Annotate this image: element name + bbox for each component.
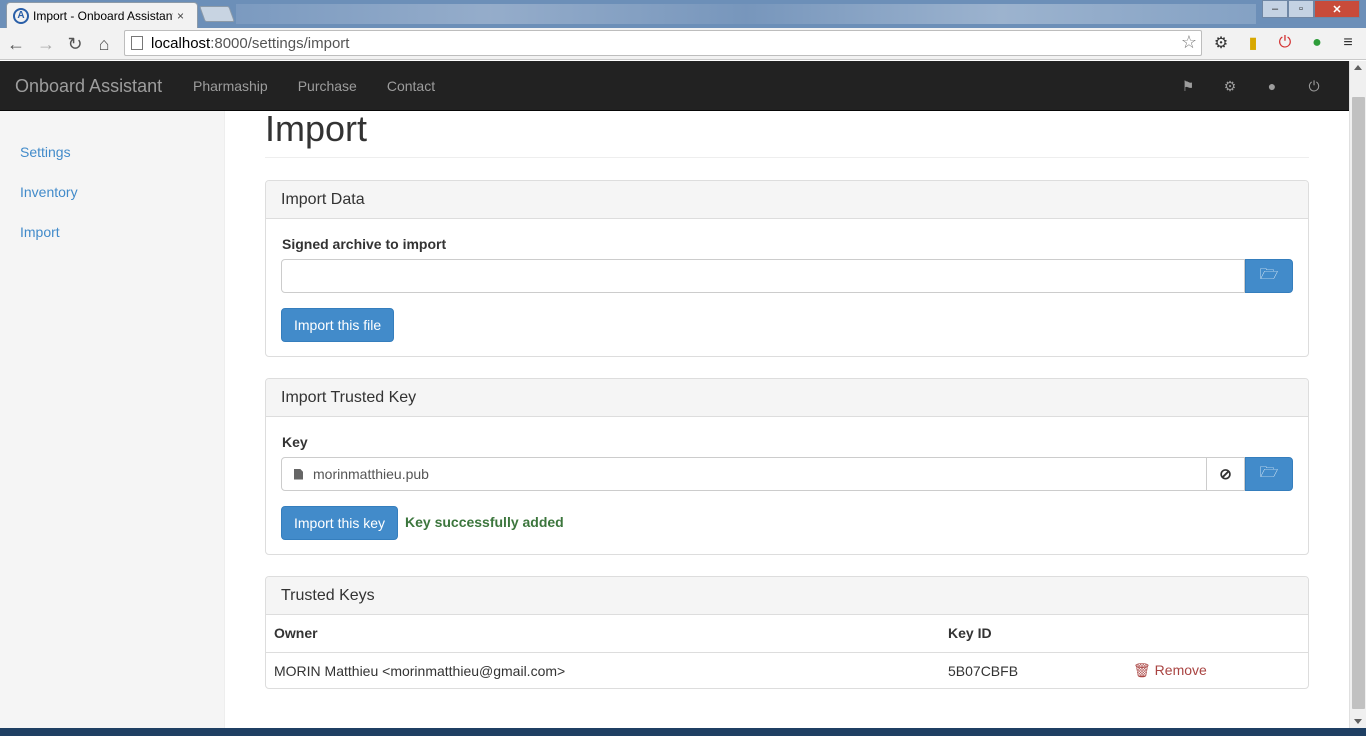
top-navbar: Onboard Assistant Pharmaship Purchase Co… [0, 61, 1349, 111]
window-minimize-button[interactable]: – [1262, 0, 1288, 18]
vertical-scrollbar[interactable] [1349, 61, 1366, 728]
key-field-label: Key [282, 434, 308, 450]
power-icon[interactable]: ⏻ [1293, 61, 1335, 111]
trash-icon: 🗑 [1133, 662, 1151, 679]
table-header-row: Owner Key ID [266, 615, 1308, 653]
settings-gear-icon[interactable]: ⚙ [1211, 33, 1231, 53]
sidebar-item-settings[interactable]: Settings [20, 144, 71, 160]
panel-body: Key morinmatthieu.pub ⊘ 🗁 Import this ke… [266, 417, 1308, 540]
browse-folder-button[interactable]: 🗁 [1245, 259, 1293, 293]
key-file-input[interactable]: morinmatthieu.pub [281, 457, 1207, 491]
import-key-panel: Import Trusted Key Key morinmatthieu.pub… [265, 378, 1309, 555]
menu-hamburger-icon[interactable]: ≡ [1338, 33, 1358, 53]
column-header-key-id: Key ID [940, 615, 1125, 653]
scroll-down-icon[interactable] [1354, 719, 1362, 724]
extension-power-icon[interactable]: ⏻ [1275, 33, 1295, 53]
table-row: MORIN Matthieu <morinmatthieu@gmail.com>… [266, 652, 1308, 689]
app-favicon-icon: A [13, 7, 29, 24]
browse-key-button[interactable]: 🗁 [1245, 457, 1293, 491]
titlebar-background [236, 4, 1256, 24]
panel-heading: Trusted Keys [266, 577, 1308, 615]
browser-toolbar: ← → ↻ ⌂ localhost:8000/settings/import ☆… [0, 28, 1366, 60]
import-data-panel: Import Data Signed archive to import 🗁 I… [265, 180, 1309, 357]
bookmark-star-icon[interactable]: ☆ [1181, 32, 1197, 53]
os-taskbar [0, 728, 1366, 736]
home-icon[interactable]: ⌂ [92, 32, 116, 56]
address-bar[interactable]: localhost:8000/settings/import ☆ [124, 30, 1202, 56]
window-close-button[interactable]: ✕ [1314, 0, 1360, 18]
nav-link-pharmaship[interactable]: Pharmaship [178, 61, 283, 111]
extension-leaf-icon[interactable]: ● [1307, 33, 1327, 53]
page-viewport: Onboard Assistant Pharmaship Purchase Co… [0, 61, 1366, 728]
panel-heading: Import Trusted Key [266, 379, 1308, 417]
tab-title: Import - Onboard Assistant [33, 8, 173, 23]
key-success-message: Key successfully added [405, 514, 564, 530]
scrollbar-thumb[interactable] [1352, 97, 1365, 709]
folder-open-icon: 🗁 [1259, 463, 1279, 481]
browser-tab-active[interactable]: A Import - Onboard Assistant × [6, 2, 198, 28]
scroll-up-icon[interactable] [1354, 65, 1362, 70]
owner-cell: MORIN Matthieu <morinmatthieu@gmail.com> [274, 662, 566, 679]
navbar-links: Pharmaship Purchase Contact [178, 61, 450, 111]
nav-link-purchase[interactable]: Purchase [283, 61, 372, 111]
import-file-button[interactable]: Import this file [281, 308, 395, 342]
nav-link-contact[interactable]: Contact [372, 61, 450, 111]
title-divider [265, 157, 1309, 158]
tab-close-icon[interactable]: × [177, 9, 184, 23]
forward-arrow-icon[interactable]: → [34, 32, 58, 56]
key-id-cell: 5B07CBFB [948, 662, 1019, 679]
window-titlebar: A Import - Onboard Assistant × – ▫ ✕ [0, 0, 1366, 28]
sidebar: Settings Inventory Import [0, 111, 225, 728]
gear-icon[interactable]: ⚙ [1209, 61, 1251, 111]
address-url: localhost:8000/settings/import [151, 34, 350, 52]
sidebar-item-inventory[interactable]: Inventory [20, 184, 78, 200]
key-file-name: morinmatthieu.pub [313, 466, 429, 482]
new-tab-button[interactable] [199, 6, 235, 22]
panel-heading: Import Data [266, 181, 1308, 219]
window-maximize-button[interactable]: ▫ [1288, 0, 1314, 18]
page-title: Import [265, 108, 368, 149]
archive-field-label: Signed archive to import [282, 236, 447, 252]
panel-body: Signed archive to import 🗁 Import this f… [266, 219, 1308, 342]
flag-icon[interactable]: ⚑ [1167, 61, 1209, 111]
archive-input-group: 🗁 [281, 259, 1293, 293]
column-header-owner: Owner [266, 615, 940, 653]
trusted-keys-panel: Trusted Keys Owner Key ID MORIN Matthieu… [265, 576, 1309, 689]
back-arrow-icon[interactable]: ← [4, 32, 28, 56]
clear-file-button[interactable]: ⊘ [1207, 457, 1245, 491]
remove-label: Remove [1154, 662, 1207, 679]
extension-phone-icon[interactable]: ▮ [1243, 33, 1263, 53]
navbar-icons: ⚑ ⚙ ● ⏻ [1167, 61, 1335, 111]
user-icon[interactable]: ● [1251, 61, 1293, 111]
column-header-actions [1125, 615, 1308, 653]
file-icon [294, 468, 303, 480]
navbar-brand[interactable]: Onboard Assistant [15, 76, 162, 97]
archive-file-input[interactable] [281, 259, 1245, 293]
ban-icon: ⊘ [1219, 466, 1232, 483]
reload-icon[interactable]: ↻ [63, 32, 87, 56]
import-key-button[interactable]: Import this key [281, 506, 399, 540]
sidebar-item-import[interactable]: Import [20, 224, 60, 240]
key-input-group: morinmatthieu.pub ⊘ 🗁 [281, 457, 1293, 491]
page-icon [131, 36, 143, 50]
remove-link[interactable]: 🗑 Remove [1125, 652, 1308, 689]
folder-open-icon: 🗁 [1259, 265, 1279, 283]
trusted-keys-table: Owner Key ID MORIN Matthieu <morinmatthi… [266, 615, 1308, 689]
